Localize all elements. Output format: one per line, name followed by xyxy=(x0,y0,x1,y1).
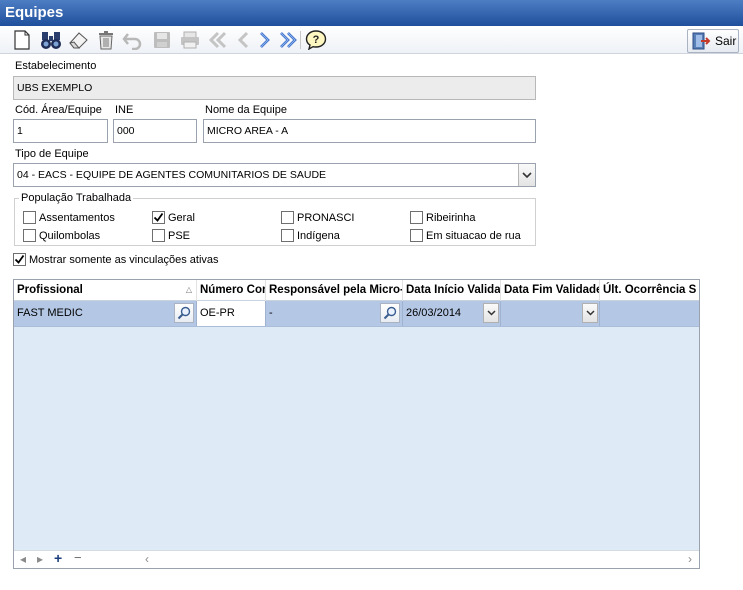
svg-text:?: ? xyxy=(313,34,320,46)
nav-next-icon[interactable]: ▸ xyxy=(37,552,43,566)
cod-area-label: Cód. Área/Equipe xyxy=(15,104,102,116)
search-icon[interactable] xyxy=(174,303,194,323)
add-row-button[interactable]: + xyxy=(54,550,62,566)
search-icon[interactable] xyxy=(380,303,400,323)
scroll-right-icon[interactable]: › xyxy=(688,552,692,566)
checkbox-box[interactable] xyxy=(13,253,26,266)
cell-text: 26/03/2014 xyxy=(406,307,462,319)
cod-area-input[interactable]: 1 xyxy=(13,119,108,143)
estabelecimento-field[interactable]: UBS EXEMPLO xyxy=(13,76,536,100)
column-header-profissional[interactable]: Profissional △ xyxy=(14,280,197,301)
checkbox-label: Quilombolas xyxy=(39,229,101,242)
column-header-responsavel[interactable]: Responsável pela Micro- xyxy=(266,280,403,301)
eraser-icon[interactable] xyxy=(67,29,89,51)
save-icon[interactable] xyxy=(151,29,173,51)
checkbox-label: Ribeirinha xyxy=(426,211,476,224)
ine-input[interactable]: 000 xyxy=(113,119,197,143)
tipo-equipe-select[interactable]: 04 - EACS - EQUIPE DE AGENTES COMUNITARI… xyxy=(13,163,536,187)
checkbox-pronasci[interactable]: PRONASCI xyxy=(281,211,354,224)
cell-numero[interactable]: OE-PR xyxy=(197,301,266,326)
sair-button[interactable]: Sair xyxy=(687,29,739,53)
checkbox-label: Geral xyxy=(168,211,195,224)
estabelecimento-label: Estabelecimento xyxy=(15,60,97,72)
checkbox-label: Em situacao de rua xyxy=(426,229,521,242)
column-header-data-fim[interactable]: Data Fim Validade xyxy=(501,280,600,301)
last-icon[interactable] xyxy=(277,29,299,51)
prev-icon[interactable] xyxy=(232,29,254,51)
cell-profissional[interactable]: FAST MEDIC xyxy=(14,301,197,326)
cell-text: - xyxy=(269,307,273,319)
scroll-left-icon[interactable]: ‹ xyxy=(145,552,149,566)
help-icon[interactable]: ? xyxy=(305,29,327,51)
trash-icon[interactable] xyxy=(95,29,117,51)
undo-icon[interactable] xyxy=(122,29,144,51)
checkbox-box[interactable] xyxy=(281,229,294,242)
checkbox-situacao-rua[interactable]: Em situacao de rua xyxy=(410,229,521,242)
remove-row-button[interactable]: − xyxy=(74,550,82,565)
column-header-data-inicio[interactable]: Data Início Valida xyxy=(403,280,501,301)
check-icon xyxy=(153,212,164,222)
nome-equipe-label: Nome da Equipe xyxy=(205,104,287,116)
checkbox-geral[interactable]: Geral xyxy=(152,211,195,224)
tipo-equipe-label: Tipo de Equipe xyxy=(15,148,89,160)
checkbox-label: Assentamentos xyxy=(39,211,115,224)
checkbox-box[interactable] xyxy=(281,211,294,224)
checkbox-assentamentos[interactable]: Assentamentos xyxy=(23,211,115,224)
print-icon[interactable] xyxy=(179,29,201,51)
check-icon xyxy=(14,254,25,264)
sair-label: Sair xyxy=(715,34,737,48)
next-icon[interactable] xyxy=(254,29,276,51)
first-icon[interactable] xyxy=(207,29,229,51)
vinculacoes-grid: Profissional △ Número Cor Responsável pe… xyxy=(13,279,700,569)
table-row[interactable]: FAST MEDIC OE-PR - 26/03/2014 xyxy=(14,301,699,327)
checkbox-label: Indígena xyxy=(297,229,340,242)
checkbox-label: PRONASCI xyxy=(297,211,355,224)
checkbox-box[interactable] xyxy=(152,229,165,242)
cell-text: FAST MEDIC xyxy=(17,307,83,319)
nav-prev-icon[interactable]: ◂ xyxy=(20,552,26,566)
nome-equipe-input[interactable]: MICRO AREA - A xyxy=(203,119,536,143)
column-label: Profissional xyxy=(17,284,83,296)
checkbox-label: Mostrar somente as vinculações ativas xyxy=(29,253,219,266)
new-icon[interactable] xyxy=(11,29,33,51)
column-header-numero[interactable]: Número Cor xyxy=(197,280,266,301)
checkbox-box[interactable] xyxy=(23,229,36,242)
checkbox-label: PSE xyxy=(168,229,191,242)
populacao-title: População Trabalhada xyxy=(19,192,134,204)
column-header-ocorrencia[interactable]: Últ. Ocorrência S xyxy=(600,280,699,301)
checkbox-box[interactable] xyxy=(410,211,423,224)
ine-label: INE xyxy=(115,104,134,116)
chevron-down-icon[interactable] xyxy=(483,303,499,323)
tipo-equipe-value: 04 - EACS - EQUIPE DE AGENTES COMUNITARI… xyxy=(17,169,327,181)
toolbar-separator xyxy=(300,31,301,49)
toolbar: ? xyxy=(0,26,743,54)
checkbox-quilombolas[interactable]: Quilombolas xyxy=(23,229,100,242)
chevron-down-icon[interactable] xyxy=(518,164,535,186)
checkbox-indigena[interactable]: Indígena xyxy=(281,229,340,242)
checkbox-mostrar-ativas[interactable]: Mostrar somente as vinculações ativas xyxy=(13,253,219,266)
grid-footer: ◂ ▸ + − ‹ › xyxy=(14,550,699,568)
checkbox-pse[interactable]: PSE xyxy=(152,229,190,242)
search-binoculars-icon[interactable] xyxy=(40,29,62,51)
checkbox-ribeirinha[interactable]: Ribeirinha xyxy=(410,211,476,224)
exit-door-icon xyxy=(691,31,711,51)
grid-header: Profissional △ Número Cor Responsável pe… xyxy=(14,280,699,301)
checkbox-box[interactable] xyxy=(410,229,423,242)
checkbox-box[interactable] xyxy=(152,211,165,224)
cell-ocorrencia[interactable] xyxy=(600,301,699,326)
chevron-down-icon[interactable] xyxy=(582,303,598,323)
checkbox-box[interactable] xyxy=(23,211,36,224)
sort-asc-icon: △ xyxy=(185,285,192,294)
window-title: Equipes xyxy=(0,0,743,26)
